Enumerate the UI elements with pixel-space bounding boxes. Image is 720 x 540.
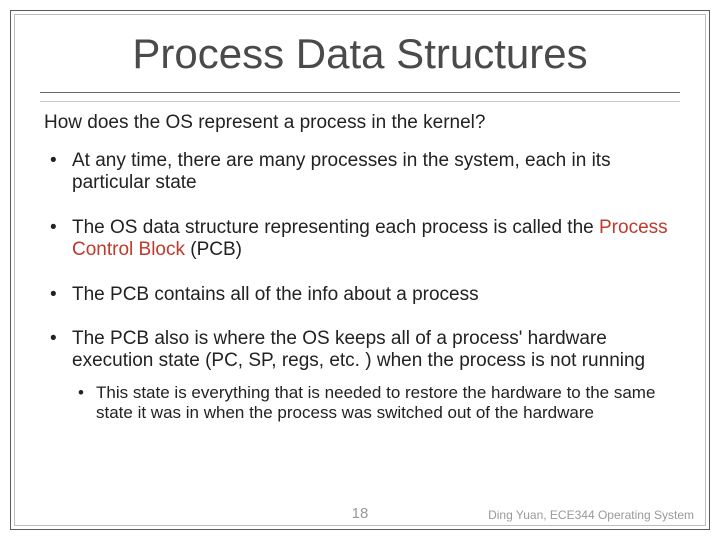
bullet-text: The PCB also is where the OS keeps all o… <box>72 328 645 371</box>
footer-credit: Ding Yuan, ECE344 Operating System <box>488 508 694 522</box>
bullet-text-prefix: The OS data structure representing each … <box>72 217 599 238</box>
bullet-text-suffix: (PCB) <box>185 239 242 260</box>
bullet-item: The PCB contains all of the info about a… <box>66 284 676 306</box>
bullet-list: At any time, there are many processes in… <box>44 150 676 423</box>
bullet-text: The PCB contains all of the info about a… <box>72 284 479 305</box>
sub-bullet-item: This state is everything that is needed … <box>92 383 676 423</box>
bullet-text: At any time, there are many processes in… <box>72 150 611 193</box>
slide: Process Data Structures How does the OS … <box>0 0 720 540</box>
sub-bullet-list: This state is everything that is needed … <box>72 383 676 423</box>
bullet-item: The PCB also is where the OS keeps all o… <box>66 328 676 423</box>
title-rule <box>40 92 680 102</box>
bullet-item: The OS data structure representing each … <box>66 217 676 262</box>
slide-title: Process Data Structures <box>22 30 698 78</box>
bullet-item: At any time, there are many processes in… <box>66 150 676 195</box>
sub-bullet-text: This state is everything that is needed … <box>96 383 655 422</box>
content-area: How does the OS represent a process in t… <box>22 108 698 423</box>
lead-question: How does the OS represent a process in t… <box>44 112 676 134</box>
